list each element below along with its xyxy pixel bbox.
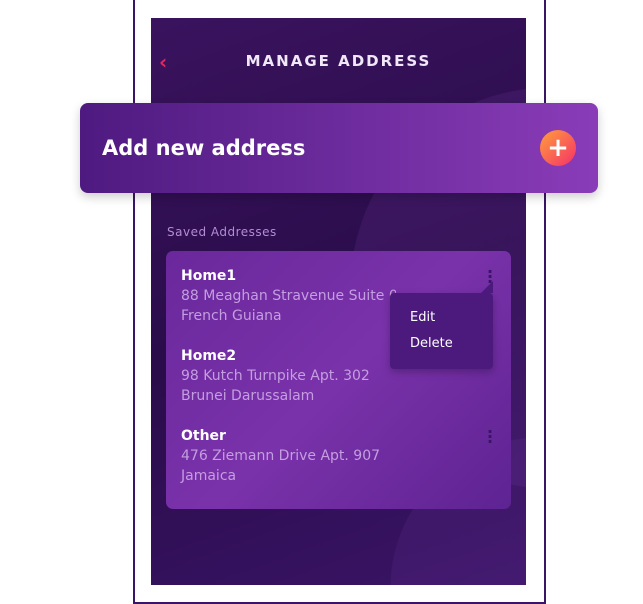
more-options-icon[interactable]: ··· (487, 424, 493, 450)
address-item-home1[interactable]: Home1 88 Meaghan Stravenue Suite 033 Fre… (181, 266, 396, 326)
address-line: Brunei Darussalam (181, 388, 315, 404)
page-title: MANAGE ADDRESS (245, 52, 432, 70)
address-item-home2[interactable]: Home2 98 Kutch Turnpike Apt. 302 Brunei … (181, 346, 370, 406)
address-line: Jamaica (181, 468, 237, 484)
address-line: 88 Meaghan Stravenue Suite 033 (181, 288, 396, 304)
address-context-menu: Edit Delete (390, 281, 493, 369)
address-name: Other (181, 428, 226, 444)
address-list-card: Home1 88 Meaghan Stravenue Suite 033 Fre… (166, 251, 511, 509)
menu-item-delete[interactable]: Delete (410, 331, 473, 357)
menu-item-edit[interactable]: Edit (410, 305, 473, 331)
address-line: French Guiana (181, 308, 282, 324)
plus-icon[interactable]: + (540, 130, 576, 166)
address-name: Home2 (181, 348, 237, 364)
add-new-address-label: Add new address (102, 136, 306, 160)
saved-addresses-heading: Saved Addresses (167, 225, 277, 239)
address-line: 476 Ziemann Drive Apt. 907 (181, 448, 381, 464)
address-line: 98 Kutch Turnpike Apt. 302 (181, 368, 370, 384)
address-item-other[interactable]: Other 476 Ziemann Drive Apt. 907 Jamaica (181, 426, 380, 486)
address-name: Home1 (181, 268, 237, 284)
add-new-address-button[interactable]: Add new address + (80, 103, 598, 193)
